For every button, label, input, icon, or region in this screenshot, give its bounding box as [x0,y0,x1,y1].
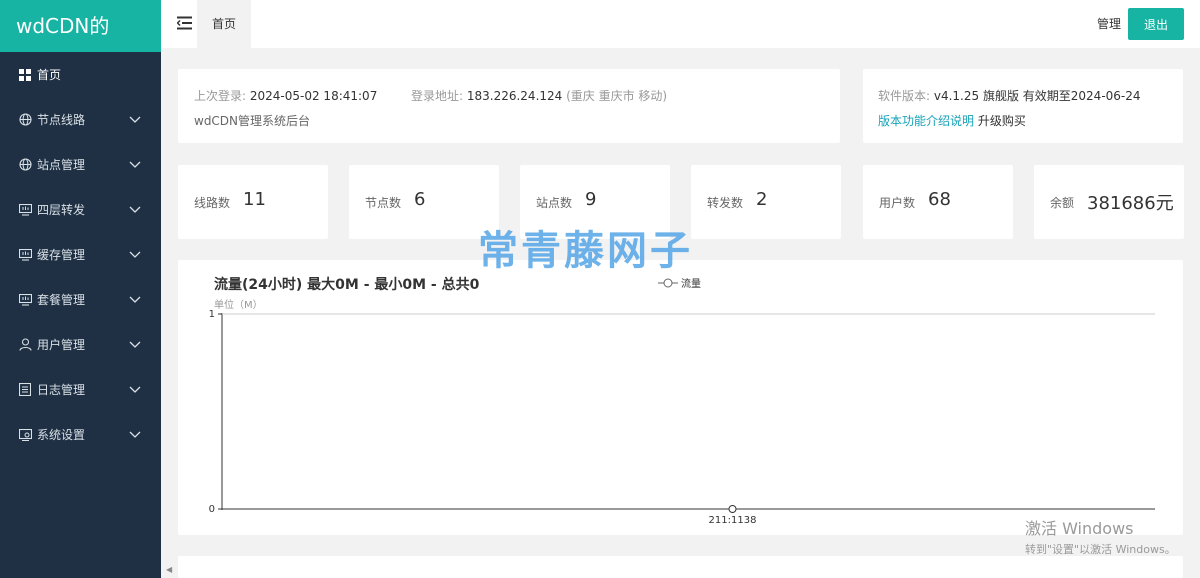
sidebar-item-label: 系统设置 [37,428,86,442]
settings-icon [18,428,32,442]
stat-card-forwards: 转发数 2 [691,165,841,239]
login-addr-location: (重庆 重庆市 移动) [566,89,668,103]
stat-value: 6 [414,189,426,210]
monitor-icon [18,248,32,262]
data-point[interactable] [728,505,737,513]
sidebar-item-label: 套餐管理 [37,293,86,307]
manage-link[interactable]: 管理 [1097,15,1121,32]
stat-label: 余额 [1050,196,1075,210]
sidebar-item-cache[interactable]: 缓存管理 [0,232,161,277]
y-axis-label: 单位（M） [214,298,263,311]
stat-label: 节点数 [365,196,402,210]
version-links: 版本功能介绍说明 升级购买 [878,112,1026,129]
sidebar-item-label: 站点管理 [37,158,86,172]
stat-label: 站点数 [536,196,573,210]
stat-value: 2 [756,189,768,210]
stat-value: 68 [928,189,951,210]
sidebar: wdCDN的 首页 节点线路 站点管理 四层转发 缓存管理 套餐管理 用户管理 … [0,0,161,578]
stat-value: 9 [585,189,597,210]
scroll-left-arrow-icon[interactable]: ◀ [166,566,174,574]
upgrade-link[interactable]: 升级购买 [978,114,1026,128]
sidebar-item-label: 四层转发 [37,203,86,217]
traffic-chart-card: 流量(24小时) 最大0M - 最小0M - 总共0 流量 单位（M） 1 0 … [178,260,1183,535]
version-intro-link[interactable]: 版本功能介绍说明 [878,114,974,128]
version-line: 软件版本: v4.1.25 旗舰版 有效期至2024-06-24 [878,87,1141,104]
traffic-chart: 单位（M） 1 0 211:1138 [209,298,1155,526]
y-tick-label: 0 [209,504,215,515]
chevron-down-icon [129,248,141,262]
login-addr-label: 登录地址: [410,89,464,103]
watermark-text: 常青藤网子 [478,228,693,274]
stat-card-balance: 余额 381686元 [1034,165,1184,239]
last-login-value: 2024-05-02 18:41:07 [249,89,378,103]
windows-activation-notice: 激活 Windows 转到"设置"以激活 Windows。 [1025,515,1176,557]
chevron-down-icon [129,383,141,397]
sidebar-item-node-lines[interactable]: 节点线路 [0,97,161,142]
y-tick-label: 1 [209,309,215,320]
activation-subtitle: 转到"设置"以激活 Windows。 [1025,543,1176,556]
globe-icon [18,113,32,127]
sidebar-item-label: 首页 [37,68,62,82]
menu-toggle-icon[interactable] [176,16,195,32]
sidebar-item-label: 缓存管理 [37,248,86,262]
sidebar-item-sites[interactable]: 站点管理 [0,142,161,187]
stat-value: 11 [243,189,266,210]
chevron-down-icon [129,293,141,307]
logout-button[interactable]: 退出 [1128,8,1184,40]
chevron-down-icon [129,113,141,127]
stat-label: 用户数 [879,196,916,210]
stat-card-users: 用户数 68 [863,165,1013,239]
sidebar-item-logs[interactable]: 日志管理 [0,367,161,412]
last-login-label: 上次登录: [194,89,247,103]
user-icon [18,338,32,352]
system-name: wdCDN管理系统后台 [194,114,311,128]
sidebar-item-packages[interactable]: 套餐管理 [0,277,161,322]
stat-card-lines: 线路数 11 [178,165,328,239]
sidebar-item-label: 用户管理 [37,338,86,352]
sidebar-item-l4-forward[interactable]: 四层转发 [0,187,161,232]
sidebar-item-label: 日志管理 [37,383,86,397]
bottom-card [178,556,1183,578]
chevron-down-icon [129,428,141,442]
login-info-line: 上次登录: 2024-05-02 18:41:07 登录地址: 183.226.… [194,87,667,104]
x-tick-label: 211:1138 [709,515,757,526]
sidebar-item-settings[interactable]: 系统设置 [0,412,161,457]
stat-value: 381686元 [1087,193,1174,214]
sidebar-item-label: 节点线路 [37,113,86,127]
stat-label: 线路数 [194,196,231,210]
monitor-icon [18,293,32,307]
version-label: 软件版本: [878,89,931,103]
version-card: 软件版本: v4.1.25 旗舰版 有效期至2024-06-24 版本功能介绍说… [863,69,1183,143]
stat-label: 转发数 [707,196,744,210]
monitor-icon [18,203,32,217]
chevron-down-icon [129,203,141,217]
activation-title: 激活 Windows [1025,519,1134,538]
app-logo[interactable]: wdCDN的 [0,0,161,52]
login-addr-ip: 183.226.24.124 [466,89,563,103]
chevron-down-icon [129,158,141,172]
login-info-card: 上次登录: 2024-05-02 18:41:07 登录地址: 183.226.… [178,69,840,143]
sidebar-item-users[interactable]: 用户管理 [0,322,161,367]
top-header: 首页 管理 退出 [161,0,1200,48]
sidebar-item-home[interactable]: 首页 [0,52,161,97]
version-value: v4.1.25 旗舰版 有效期至2024-06-24 [933,89,1141,103]
globe-icon [18,158,32,172]
document-icon [18,383,32,397]
tab-home[interactable]: 首页 [197,0,251,48]
stat-card-nodes: 节点数 6 [349,165,499,239]
chevron-down-icon [129,338,141,352]
grid-icon [18,68,32,82]
